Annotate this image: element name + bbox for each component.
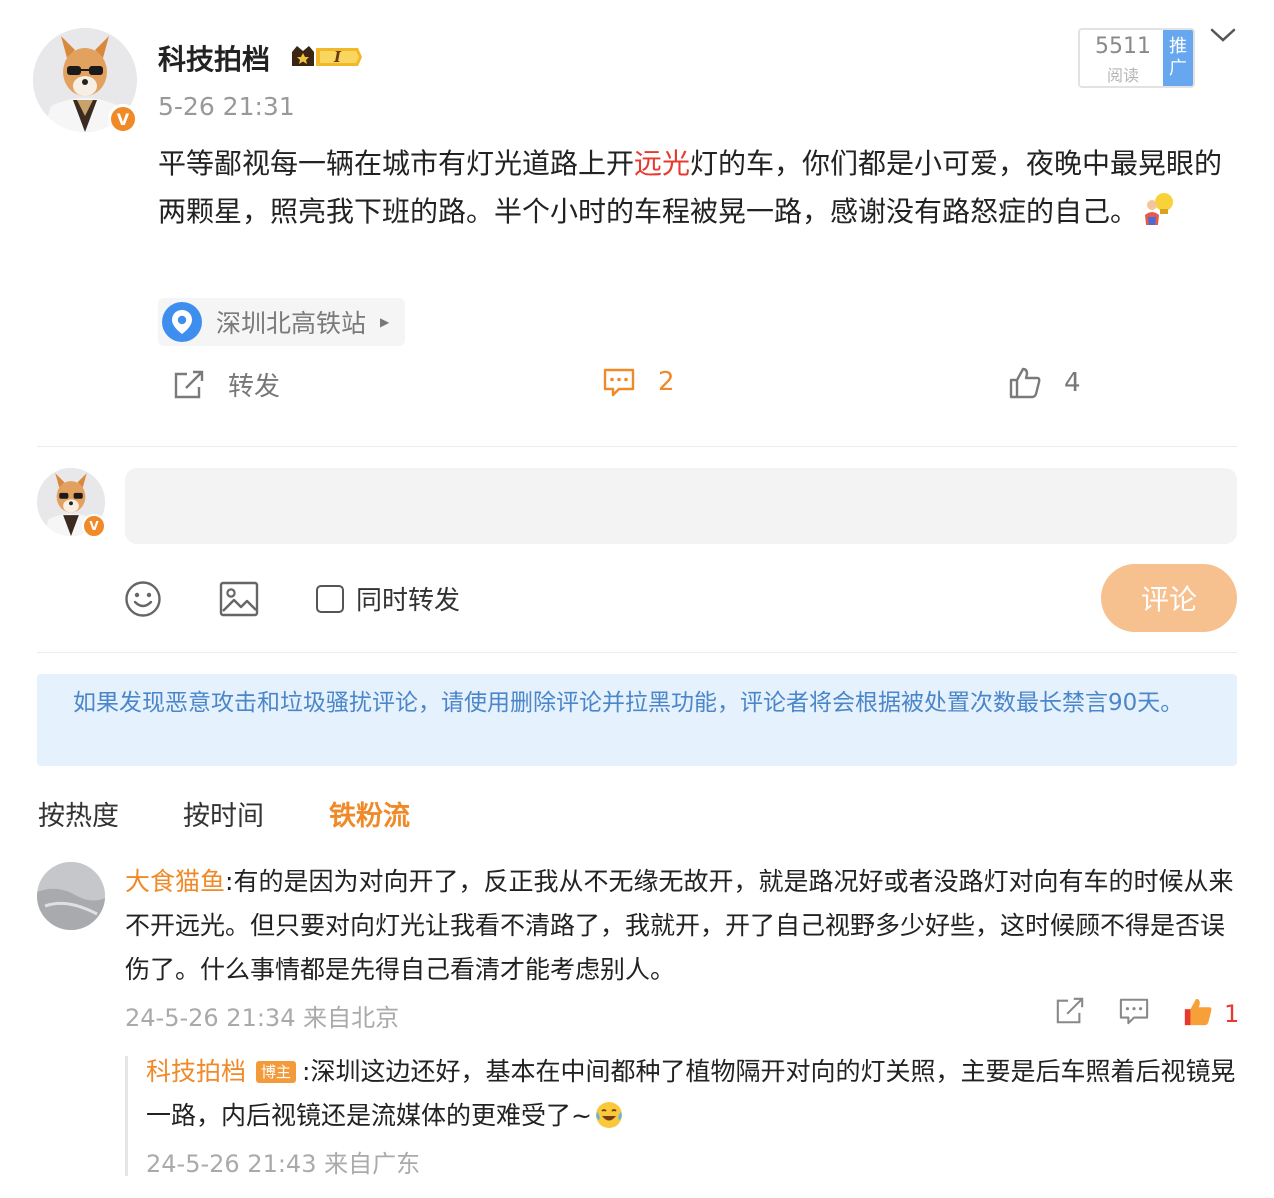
location-pin-icon <box>162 302 202 342</box>
post-text-part: 平等鄙视每一辆在城市有灯光道路上开 <box>158 147 635 180</box>
like-button[interactable]: 4 <box>1008 366 1081 400</box>
read-label: 阅读 <box>1106 66 1139 85</box>
reply-author-name[interactable]: 科技拍档 <box>146 1057 246 1086</box>
commenter-avatar[interactable] <box>37 862 105 930</box>
moderation-notice: 如果发现恶意攻击和垃圾骚扰评论，请使用删除评论并拉黑功能，评论者将会根据被处置次… <box>37 674 1237 766</box>
verified-icon: V <box>82 514 106 538</box>
comment-like-count: 1 <box>1224 1000 1240 1028</box>
comment-body: :有的是因为对向开了，反正我从不无缘无故开，就是路况好或者没路灯对向有车的时候从… <box>125 867 1234 984</box>
read-count-box[interactable]: 5511 阅读 推广 <box>1078 28 1195 88</box>
comment-count: 2 <box>658 367 675 397</box>
verified-icon: V <box>108 104 138 134</box>
post-text-highlight: 远光 <box>634 147 691 180</box>
reply-indent-bar <box>125 1056 128 1176</box>
divider <box>37 652 1237 653</box>
divider <box>37 446 1237 447</box>
reply-body: :深圳这边还好，基本在中间都种了植物隔开对向的灯关照，主要是后车照着后视镜晃一路… <box>146 1057 1236 1130</box>
reply-meta: 24-5-26 21:43 来自广东 <box>146 1150 421 1178</box>
commenter-name[interactable]: 大食猫鱼 <box>125 867 225 896</box>
checkbox[interactable] <box>316 584 344 613</box>
post-time: 5-26 21:31 <box>158 92 295 121</box>
sync-repost-checkbox[interactable]: 同时转发 <box>316 580 460 617</box>
vip-level: I <box>333 48 342 66</box>
comment-icon <box>603 368 635 397</box>
comment-button[interactable]: 2 <box>602 366 675 398</box>
chevron-down-icon[interactable] <box>1208 24 1238 52</box>
comment-like-icon[interactable] <box>1182 996 1214 1032</box>
like-count: 4 <box>1064 368 1081 398</box>
sync-repost-label: 同时转发 <box>356 586 461 616</box>
author-badge: 博主 <box>256 1061 297 1083</box>
crown-vip-icon[interactable]: I <box>290 42 364 76</box>
promote-button[interactable]: 推广 <box>1163 30 1193 86</box>
author-name[interactable]: 科技拍档 <box>158 38 270 78</box>
comment-text: 大食猫鱼:有的是因为对向开了，反正我从不无缘无故开，就是路况好或者没路灯对向有车… <box>125 860 1235 992</box>
repost-label: 转发 <box>228 372 281 402</box>
thumbs-up-icon <box>1009 367 1041 399</box>
emoji-icon[interactable] <box>124 580 162 622</box>
comment-reply-icon[interactable] <box>1118 996 1150 1030</box>
read-count: 5511 <box>1095 34 1151 59</box>
tab-sort-by-hot[interactable]: 按热度 <box>38 794 119 833</box>
lightbulb-person-emoji-icon <box>1142 191 1176 242</box>
repost-icon <box>174 370 204 398</box>
tab-sort-by-fans[interactable]: 铁粉流 <box>329 794 410 833</box>
location-tag[interactable]: 深圳北高铁站 ▶ <box>158 298 406 346</box>
reply-text: 科技拍档 博主:深圳这边还好，基本在中间都种了植物隔开对向的灯关照，主要是后车照着… <box>146 1050 1236 1144</box>
crying-laughing-emoji-icon <box>594 1100 624 1144</box>
image-icon[interactable] <box>219 580 259 622</box>
comment-repost-icon[interactable] <box>1054 996 1086 1030</box>
comment-input[interactable] <box>125 468 1237 544</box>
post-text: 平等鄙视每一辆在城市有灯光道路上开远光灯的车，你们都是小可爱，夜晚中最晃眼的两颗… <box>158 140 1238 242</box>
repost-button[interactable]: 转发 <box>172 366 280 403</box>
comment-meta: 24-5-26 21:34 来自北京 <box>125 1004 400 1032</box>
submit-comment-button[interactable]: 评论 <box>1101 564 1237 632</box>
location-name: 深圳北高铁站 <box>216 309 367 338</box>
tab-sort-by-time[interactable]: 按时间 <box>183 794 264 833</box>
caret-right-icon: ▶ <box>380 315 390 329</box>
